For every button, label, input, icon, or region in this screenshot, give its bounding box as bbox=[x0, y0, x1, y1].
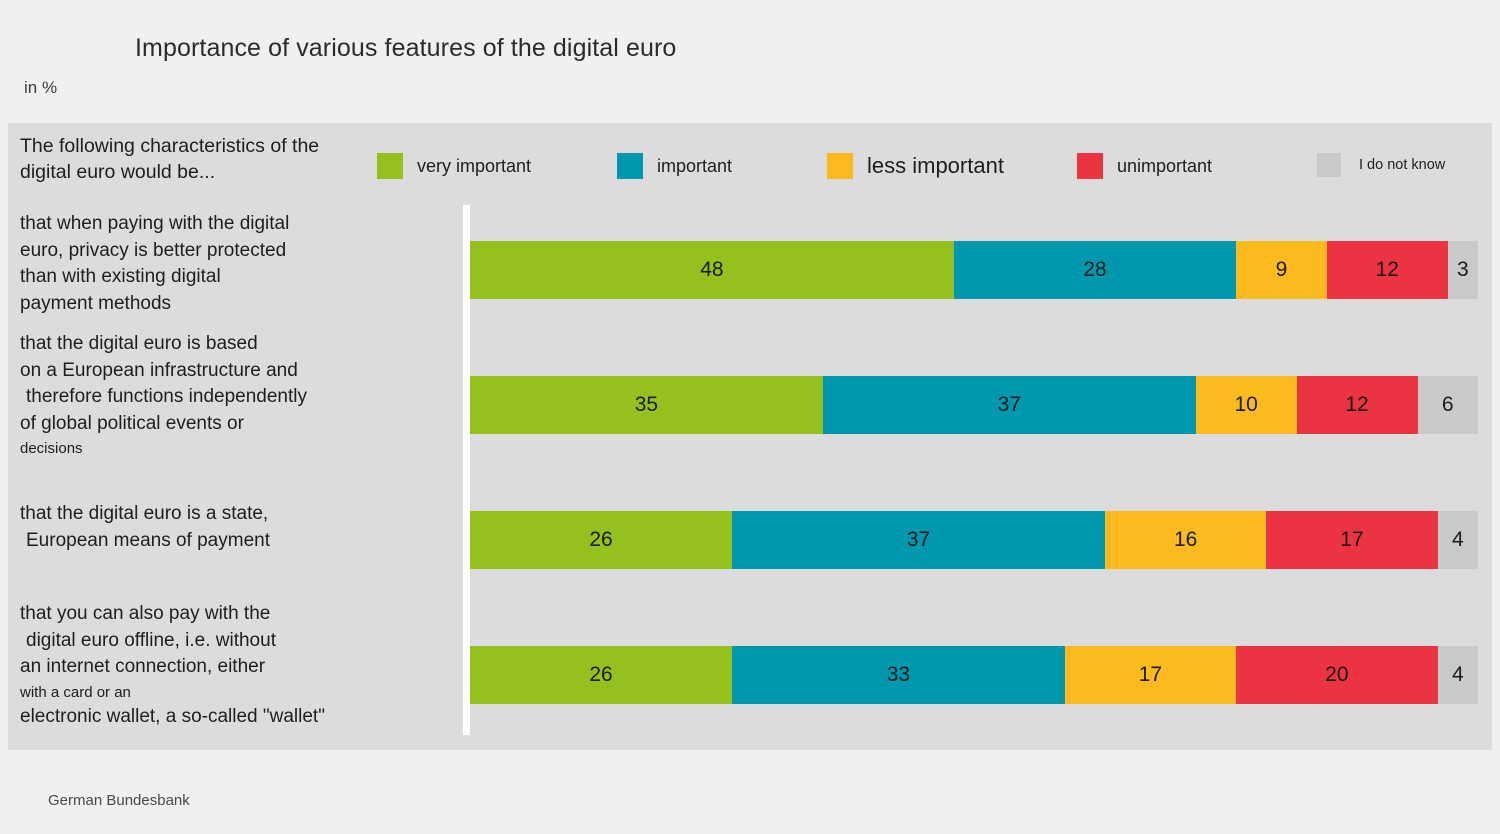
bar-segment-unimportant[interactable]: 12 bbox=[1326, 241, 1448, 299]
bar-value-label: 16 bbox=[1173, 528, 1198, 551]
category-label-line: that when paying with the digital bbox=[20, 213, 290, 234]
category-label-line: digital euro offline, i.e. without bbox=[26, 629, 276, 651]
bar-value-label: 12 bbox=[1375, 258, 1399, 281]
bar-segment-very-important[interactable]: 26 bbox=[470, 646, 733, 704]
category-label-line: of global political events or bbox=[20, 412, 244, 434]
bar-segment-unimportant[interactable]: 17 bbox=[1266, 511, 1438, 569]
bar-segment-i-do-not-know[interactable]: 3 bbox=[1447, 241, 1478, 299]
bar-segment-very-important[interactable]: 48 bbox=[470, 241, 954, 299]
bar-value-label: 37 bbox=[997, 393, 1021, 416]
bar-value-label: 4 bbox=[1451, 528, 1464, 551]
bar-segment-very-important[interactable]: 26 bbox=[470, 511, 733, 569]
category-label: that when paying with the digital euro, p… bbox=[20, 211, 460, 317]
bar-value-label: 35 bbox=[634, 393, 659, 416]
category-label-line: with a card or an bbox=[20, 683, 131, 701]
bar-value-label: 17 bbox=[1340, 528, 1364, 551]
category-label-line: therefore functions independently bbox=[26, 386, 307, 407]
bar-segment-unimportant[interactable]: 12 bbox=[1296, 376, 1418, 434]
category-label-line: an internet connection, either bbox=[20, 656, 266, 677]
bar-value-label: 48 bbox=[700, 258, 724, 281]
category-label-line: decisions bbox=[20, 440, 83, 457]
bar-segment-less-important[interactable]: 17 bbox=[1064, 646, 1237, 704]
bar-value-label: 6 bbox=[1441, 393, 1454, 416]
bar-value-label: 20 bbox=[1325, 663, 1349, 686]
page-title: Importance of various features of the di… bbox=[135, 33, 677, 62]
chart-panel: The following characteristics of the dig… bbox=[8, 123, 1492, 750]
bar-segment-important[interactable]: 37 bbox=[732, 511, 1106, 569]
category-label-line: that the digital euro is a state, bbox=[20, 503, 269, 524]
bar-segment-unimportant[interactable]: 20 bbox=[1236, 646, 1438, 704]
bar-value-label: 9 bbox=[1275, 258, 1288, 281]
source-note: German Bundesbank bbox=[48, 792, 190, 809]
legend-swatch-icon bbox=[1077, 153, 1103, 179]
bar-segment-important[interactable]: 28 bbox=[953, 241, 1237, 299]
legend-item-very-important[interactable]: very important bbox=[377, 153, 531, 179]
bar-row: 48 28 9 12 3 bbox=[470, 241, 1478, 299]
legend-item-less-important[interactable]: less important bbox=[827, 153, 1004, 179]
bar-value-label: 28 bbox=[1083, 258, 1107, 281]
category-label-line: euro, privacy is better protected bbox=[20, 239, 287, 261]
bar-segment-less-important[interactable]: 9 bbox=[1236, 241, 1327, 299]
legend-item-i-do-not-know[interactable]: I do not know bbox=[1317, 153, 1445, 177]
bar-row: 26 33 17 20 4 bbox=[470, 646, 1478, 704]
bar-row: 26 37 16 17 4 bbox=[470, 511, 1478, 569]
bar-value-label: 37 bbox=[906, 528, 931, 551]
bar-value-label: 26 bbox=[589, 663, 613, 686]
bar-value-label: 10 bbox=[1234, 393, 1258, 416]
bar-segment-important[interactable]: 33 bbox=[732, 646, 1065, 704]
category-label-line: European means of payment bbox=[26, 529, 270, 551]
category-label-line: that you can also pay with the bbox=[20, 603, 271, 624]
bar-row: 35 37 10 12 6 bbox=[470, 376, 1478, 434]
category-label: that you can also pay with the digital eu… bbox=[20, 601, 460, 730]
legend-label: unimportant bbox=[1117, 155, 1213, 176]
legend-item-important[interactable]: important bbox=[617, 153, 732, 179]
bar-value-label: 12 bbox=[1345, 393, 1369, 416]
category-label-line: that the digital euro is based bbox=[20, 333, 258, 354]
legend-swatch-icon bbox=[617, 153, 643, 179]
legend-swatch-icon bbox=[1317, 153, 1341, 177]
legend-label: very important bbox=[417, 155, 532, 176]
category-label-line: than with existing digital bbox=[20, 266, 221, 287]
category-label: that the digital euro is based on a Europ… bbox=[20, 331, 460, 460]
category-label: that the digital euro is a state, Europea… bbox=[20, 501, 460, 554]
bar-segment-i-do-not-know[interactable]: 4 bbox=[1437, 511, 1478, 569]
legend-item-unimportant[interactable]: unimportant bbox=[1077, 153, 1212, 179]
bar-value-label: 33 bbox=[886, 663, 911, 686]
unit-label: in % bbox=[24, 78, 58, 97]
legend-label: I do not know bbox=[1359, 157, 1446, 173]
bar-value-label: 4 bbox=[1451, 663, 1464, 686]
bar-segment-less-important[interactable]: 16 bbox=[1105, 511, 1267, 569]
category-axis-line bbox=[463, 205, 470, 735]
chart-legend: The following characteristics of the dig… bbox=[8, 123, 1492, 205]
legend-question: The following characteristics of the dig… bbox=[20, 135, 320, 183]
category-label-line: payment methods bbox=[20, 292, 172, 314]
bar-segment-i-do-not-know[interactable]: 4 bbox=[1437, 646, 1478, 704]
bar-segment-less-important[interactable]: 10 bbox=[1195, 376, 1297, 434]
legend-label: important bbox=[657, 155, 733, 176]
legend-swatch-icon bbox=[377, 153, 403, 179]
plot-area: 48 28 9 12 3 35 37 10 12 6 26 37 16 17 4 26 33 17 20 4 bbox=[470, 205, 1492, 750]
bar-segment-important[interactable]: 37 bbox=[822, 376, 1196, 434]
bar-value-label: 3 bbox=[1457, 258, 1469, 281]
category-label-line: on a European infrastructure and bbox=[20, 359, 298, 381]
bar-segment-i-do-not-know[interactable]: 6 bbox=[1417, 376, 1478, 434]
bar-segment-very-important[interactable]: 35 bbox=[470, 376, 823, 434]
legend-label: less important bbox=[867, 153, 1004, 178]
legend-swatch-icon bbox=[827, 153, 853, 179]
bar-value-label: 17 bbox=[1138, 663, 1163, 686]
bar-value-label: 26 bbox=[589, 528, 613, 551]
category-label-line: electronic wallet, a so-called "wallet" bbox=[20, 705, 325, 727]
